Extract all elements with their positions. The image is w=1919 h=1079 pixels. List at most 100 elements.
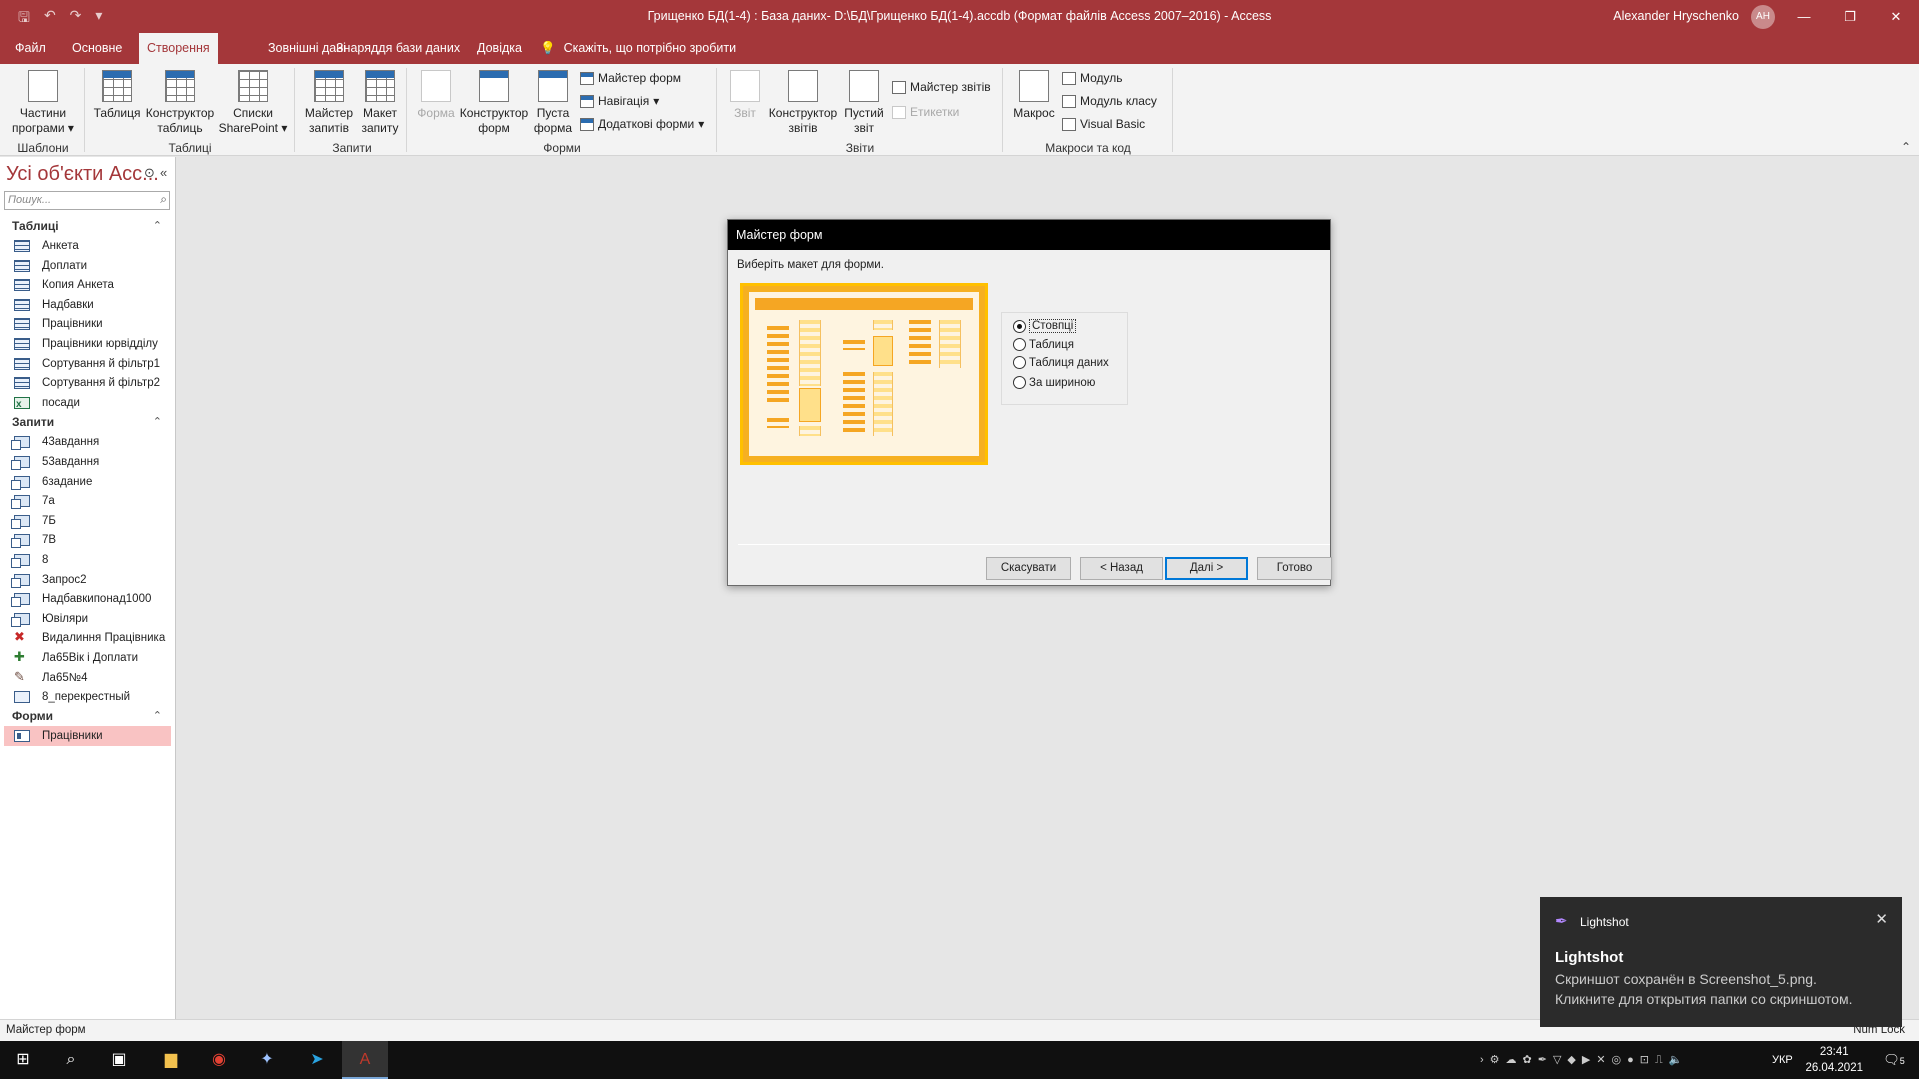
nav-item[interactable]: Запрос2 — [4, 570, 171, 590]
nav-collapse-pane-icon[interactable]: « — [160, 165, 167, 180]
radio-tabular[interactable] — [1013, 338, 1026, 351]
nav-section-tables[interactable]: Таблиці ⌃ — [0, 217, 176, 236]
nav-item[interactable]: Ювіляри — [4, 609, 171, 629]
append-object-icon: ✚ — [14, 649, 25, 664]
nav-item[interactable]: 43авдання — [4, 432, 171, 452]
radio-columnar[interactable] — [1013, 319, 1026, 333]
report-designer-button[interactable]: Конструктор звітів — [768, 70, 838, 136]
notification-center-icon[interactable]: 🗨5 — [1869, 1041, 1919, 1079]
tab-file[interactable]: Файл — [7, 33, 54, 64]
clock[interactable]: 23:41 26.04.2021 — [1805, 1044, 1863, 1076]
radio-datasheet[interactable] — [1013, 356, 1026, 369]
app-icon[interactable]: ✦ — [244, 1041, 290, 1079]
query-object-icon — [11, 593, 30, 608]
option-datasheet[interactable]: Таблиця даних — [1013, 356, 1109, 369]
nav-item[interactable]: Сортування й фільтр1 — [4, 354, 171, 374]
nav-item[interactable]: Доплати — [4, 256, 171, 276]
blank-report-button[interactable]: Пустий звіт — [840, 70, 888, 136]
nav-section-forms[interactable]: Форми ⌃ — [0, 707, 176, 726]
form-button[interactable]: Форма — [412, 70, 460, 121]
option-justified[interactable]: За шириною — [1013, 376, 1095, 389]
application-parts-button[interactable]: Частини програми ▾ — [8, 70, 78, 136]
visual-basic-button[interactable]: Visual Basic — [1062, 117, 1145, 131]
nav-item[interactable]: Анкета — [4, 236, 171, 256]
collapse-section-icon[interactable]: ⌃ — [153, 707, 162, 726]
nav-item[interactable]: 7В — [4, 530, 171, 550]
more-forms-button[interactable]: Додаткові форми ▾ — [580, 117, 704, 131]
access-icon[interactable]: A — [342, 1041, 388, 1079]
nav-item[interactable]: 7Б — [4, 511, 171, 531]
telegram-icon[interactable]: ➤ — [294, 1041, 340, 1079]
back-button[interactable]: < Назад — [1080, 557, 1163, 580]
nav-item[interactable]: ✚ Ла65Вік і Доплати — [4, 648, 171, 668]
table-designer-button[interactable]: Конструктор таблиць — [144, 70, 216, 136]
labels-button[interactable]: Етикетки — [892, 105, 959, 119]
tab-database-tools[interactable]: Знаряддя бази даних — [328, 33, 468, 64]
next-button[interactable]: Далі > — [1165, 557, 1248, 580]
report-wizard-button[interactable]: Майстер звітів — [892, 80, 991, 94]
blank-form-button[interactable]: Пуста форма — [530, 70, 576, 136]
lightshot-notification[interactable]: ✒ Lightshot ✕ Lightshot Скриншот сохранё… — [1540, 897, 1902, 1027]
nav-item-label: 7Б — [42, 514, 56, 527]
group-separator — [1172, 68, 1173, 152]
task-view-icon[interactable]: ▣ — [96, 1041, 142, 1079]
option-columnar[interactable]: Стовпці — [1013, 319, 1077, 333]
file-explorer-icon[interactable]: ▆ — [148, 1041, 194, 1079]
nav-item[interactable]: Копия Анкета — [4, 275, 171, 295]
nav-item[interactable]: 8 — [4, 550, 171, 570]
nav-item[interactable]: Працівники юрвідділу — [4, 334, 171, 354]
windows-start-icon[interactable]: ⊞ — [0, 1041, 46, 1079]
option-tabular[interactable]: Таблиця — [1013, 338, 1074, 351]
nav-item[interactable]: Працівники — [4, 725, 171, 746]
user-name[interactable]: Alexander Hryschenko — [1613, 9, 1739, 23]
dialog-title: Майстер форм — [728, 220, 1330, 250]
tab-create[interactable]: Створення — [139, 33, 218, 64]
close-icon[interactable]: ✕ — [1873, 0, 1919, 33]
tab-home[interactable]: Основне — [64, 33, 130, 64]
system-tray-icons[interactable]: ›⚙☁✿✒▽◆▶✕◎●⊡⎍🔈 — [1480, 1041, 1730, 1079]
chrome-icon[interactable]: ◉ — [196, 1041, 242, 1079]
nav-item[interactable]: Сортування й фільтр2 — [4, 373, 171, 393]
minimize-icon[interactable]: — — [1781, 0, 1827, 33]
nav-search-input[interactable]: Пошук... — [4, 191, 170, 210]
close-icon[interactable]: ✕ — [1875, 910, 1888, 928]
finish-button[interactable]: Готово — [1257, 557, 1332, 580]
nav-category-dropdown-icon[interactable]: ⊙ — [144, 165, 155, 181]
table-button[interactable]: Таблиця — [92, 70, 142, 121]
nav-item[interactable]: 6задание — [4, 472, 171, 492]
class-module-button[interactable]: Модуль класу — [1062, 94, 1157, 108]
nav-item[interactable]: Надбавки — [4, 295, 171, 315]
nav-item[interactable]: посади — [4, 393, 171, 415]
nav-pane-title[interactable]: Усі об'єкти Acc... — [6, 163, 159, 186]
radio-justified[interactable] — [1013, 376, 1026, 389]
query-wizard-button[interactable]: Майстер запитів — [302, 70, 356, 136]
search-icon[interactable]: ⌕ — [48, 1041, 94, 1079]
module-button[interactable]: Модуль — [1062, 71, 1123, 85]
group-label-templates: Шаблони — [17, 141, 69, 155]
nav-item[interactable]: 7а — [4, 491, 171, 511]
navigation-button[interactable]: Навігація ▾ — [580, 94, 659, 108]
nav-item[interactable]: Надбавкипонад1000 — [4, 589, 171, 609]
form-designer-button[interactable]: Конструктор форм — [458, 70, 530, 136]
tab-help[interactable]: Довідка — [469, 33, 530, 64]
collapse-ribbon-icon[interactable]: ⌃ — [1901, 140, 1911, 154]
collapse-section-icon[interactable]: ⌃ — [153, 413, 162, 432]
nav-item[interactable]: ✖ Видалиння Працівника — [4, 628, 171, 648]
form-wizard-button[interactable]: Майстер форм — [580, 71, 681, 85]
search-icon[interactable]: ⌕ — [160, 192, 167, 207]
cancel-button[interactable]: Скасувати — [986, 557, 1071, 580]
nav-item[interactable]: ✎ Ла65№4 — [4, 668, 171, 688]
nav-item[interactable]: Працівники — [4, 314, 171, 334]
nav-item[interactable]: 8_перекрестный — [4, 687, 171, 707]
sharepoint-lists-button[interactable]: Списки SharePoint ▾ — [218, 70, 288, 136]
query-design-button[interactable]: Макет запиту — [356, 70, 404, 136]
language-indicator[interactable]: УКР — [1772, 1041, 1793, 1079]
macro-button[interactable]: Макрос — [1008, 70, 1060, 121]
nav-section-queries[interactable]: Запити ⌃ — [0, 413, 176, 432]
avatar[interactable]: AH — [1751, 5, 1775, 29]
restore-icon[interactable]: ❐ — [1827, 0, 1873, 33]
collapse-section-icon[interactable]: ⌃ — [153, 217, 162, 236]
report-button[interactable]: Звіт — [722, 70, 768, 121]
tell-me-search[interactable]: 💡 Скажіть, що потрібно зробити — [540, 33, 744, 64]
nav-item[interactable]: 53авдання — [4, 452, 171, 472]
